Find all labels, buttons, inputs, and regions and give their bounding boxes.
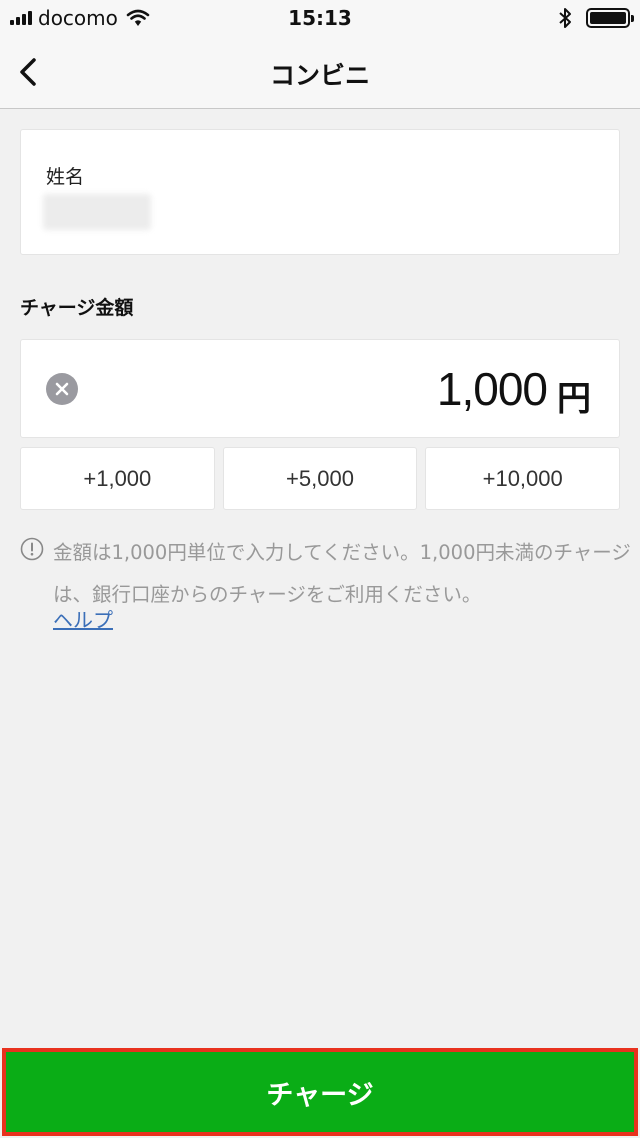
preset-amount-row: +1,000 +5,000 +10,000 [20, 447, 621, 510]
add-1000-button[interactable]: +1,000 [20, 447, 215, 510]
navigation-bar: コンビニ [0, 36, 640, 109]
info-icon [20, 537, 44, 561]
bluetooth-icon [559, 8, 571, 28]
amount-value[interactable]: 1,000 [437, 362, 548, 416]
page-title: コンビニ [269, 61, 370, 90]
clear-amount-button[interactable] [46, 373, 78, 405]
close-icon [55, 382, 69, 396]
status-right [558, 6, 634, 30]
name-label: 姓名 [46, 166, 85, 188]
charge-button-highlight: チャージ [2, 1048, 638, 1136]
status-time: 15:13 [288, 6, 352, 30]
battery-icon [586, 8, 634, 28]
amount-input-card[interactable]: 1,000 円 [20, 339, 620, 438]
charge-amount-label: チャージ金額 [20, 297, 134, 319]
add-10000-button[interactable]: +10,000 [425, 447, 621, 510]
add-5000-button[interactable]: +5,000 [222, 447, 418, 510]
charge-button[interactable]: チャージ [6, 1052, 634, 1132]
status-bar: docomo 15:13 [0, 0, 640, 36]
amount-unit: 円 [557, 379, 591, 419]
name-value-redacted [43, 194, 151, 230]
notice-text: 金額は1,000円単位で入力してください。1,000円未満のチャージは、銀行口座… [53, 541, 631, 606]
help-link[interactable]: ヘルプ [53, 604, 113, 633]
name-card: 姓名 [20, 129, 620, 255]
